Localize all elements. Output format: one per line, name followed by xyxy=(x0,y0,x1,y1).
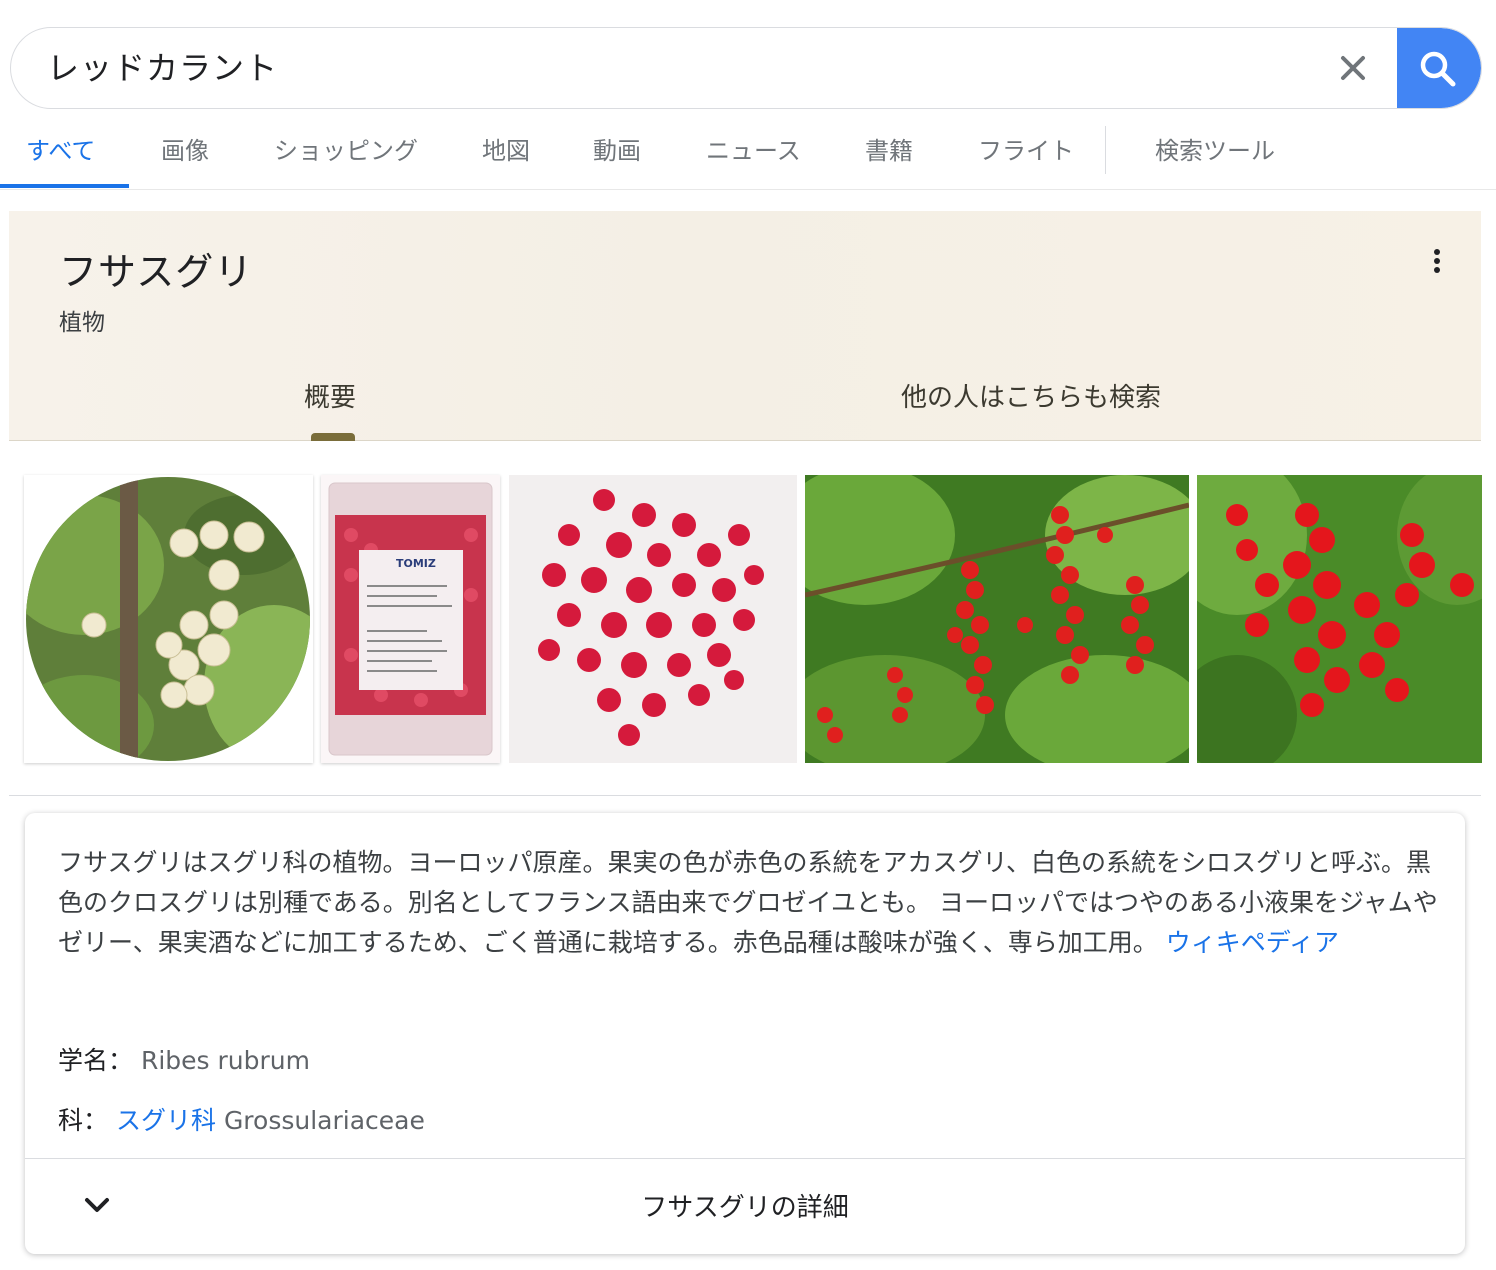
active-tab-indicator xyxy=(0,184,129,188)
section-divider xyxy=(9,795,1481,796)
search-icon xyxy=(1420,51,1456,87)
tab-maps[interactable]: 地図 xyxy=(482,118,530,188)
tab-news[interactable]: ニュース xyxy=(706,118,801,188)
image-redcurrant-bush[interactable] xyxy=(805,475,1189,763)
family-link[interactable]: スグリ科 xyxy=(116,1106,216,1135)
expand-details-label: フサスグリの詳細 xyxy=(641,1193,849,1223)
tab-books[interactable]: 書籍 xyxy=(865,118,913,188)
tab-search-tools[interactable]: 検索ツール xyxy=(1155,118,1275,188)
search-input[interactable]: レッドカラント xyxy=(47,28,278,108)
image-frozen-package[interactable]: TOMIZ xyxy=(321,475,500,763)
search-button[interactable] xyxy=(1397,28,1481,108)
expand-details-button[interactable]: フサスグリの詳細 xyxy=(25,1159,1465,1254)
wikipedia-link[interactable]: ウィキペディア xyxy=(1166,928,1339,957)
entity-title: フサスグリ xyxy=(59,250,254,294)
svg-text:TOMIZ: TOMIZ xyxy=(396,557,436,570)
description-text: フサスグリはスグリ科の植物。ヨーロッパ原産。果実の色が赤色の系統をアカスグリ、白… xyxy=(58,843,1448,963)
description-card: フサスグリはスグリ科の植物。ヨーロッパ原産。果実の色が赤色の系統をアカスグリ、白… xyxy=(25,813,1465,1254)
tab-images[interactable]: 画像 xyxy=(161,118,209,188)
search-tabs: すべて 画像 ショッピング 地図 動画 ニュース 書籍 フライト 検索ツール xyxy=(0,118,1496,190)
search-bar: レッドカラント xyxy=(10,27,1482,109)
image-redcurrant-closeup[interactable] xyxy=(1197,475,1482,763)
redcurrant-bunches-photo xyxy=(509,475,797,763)
more-vert-icon xyxy=(1425,249,1449,273)
tab-divider xyxy=(1105,126,1106,174)
redcurrant-bush-photo xyxy=(805,475,1189,763)
fact-family: 科： スグリ科 Grossulariaceae xyxy=(58,1101,425,1137)
redcurrant-closeup-photo xyxy=(1197,475,1482,763)
fact-label: 学名： xyxy=(58,1046,134,1075)
kp-tab-overview[interactable]: 概要 xyxy=(304,377,356,414)
tab-all[interactable]: すべて xyxy=(26,118,95,188)
fact-scientific-name: 学名： Ribes rubrum xyxy=(58,1041,310,1077)
fact-value: Grossulariaceae xyxy=(223,1106,425,1135)
tab-videos[interactable]: 動画 xyxy=(593,118,641,188)
tab-flights[interactable]: フライト xyxy=(978,118,1074,188)
clear-search-button[interactable] xyxy=(1333,48,1373,88)
tab-shopping[interactable]: ショッピング xyxy=(274,118,418,188)
knowledge-panel-header: フサスグリ 植物 概要 他の人はこちらも検索 xyxy=(9,211,1481,441)
kp-tab-people-also-search[interactable]: 他の人はこちらも検索 xyxy=(901,377,1161,414)
kp-active-tab-indicator xyxy=(311,433,355,441)
image-white-currant[interactable] xyxy=(24,475,313,763)
close-icon xyxy=(1341,56,1365,80)
frozen-redcurrant-package-photo: TOMIZ xyxy=(328,482,493,756)
entity-subtitle: 植物 xyxy=(59,310,105,336)
fact-label: 科： xyxy=(58,1106,109,1135)
image-redcurrant-bunches[interactable] xyxy=(509,475,797,763)
more-options-button[interactable] xyxy=(1425,247,1449,277)
fact-value: Ribes rubrum xyxy=(140,1046,310,1075)
white-currant-photo xyxy=(26,477,310,761)
